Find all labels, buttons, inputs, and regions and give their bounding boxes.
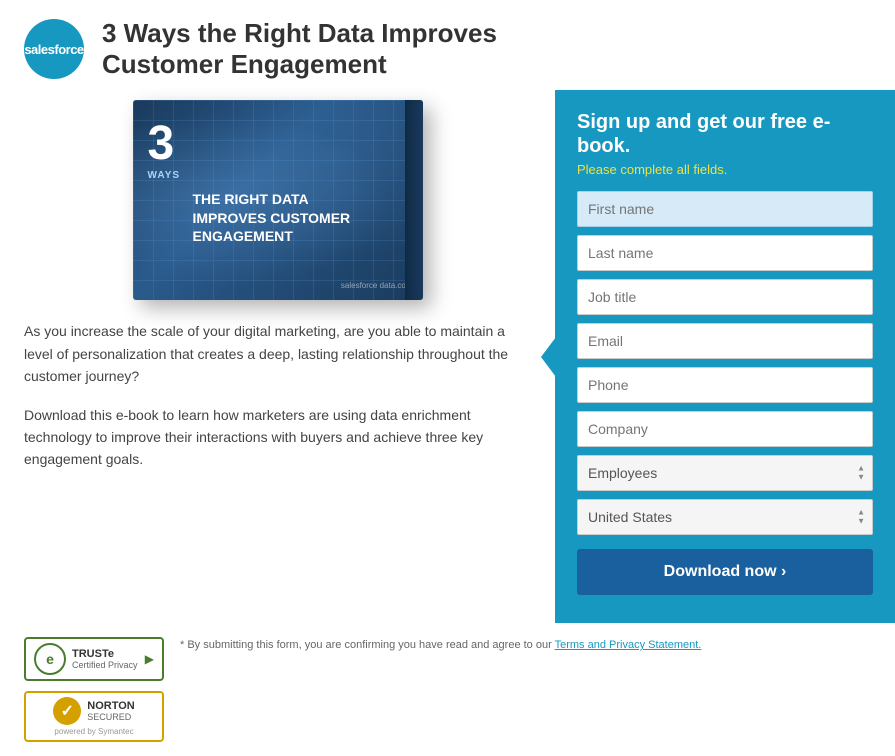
first-name-input[interactable] (577, 191, 873, 227)
book-cover: 3 WAYS THE RIGHT DATAIMPROVES CUSTOMEREN… (133, 100, 423, 300)
form-subheadline: Please complete all fields. (577, 162, 873, 177)
email-input[interactable] (577, 323, 873, 359)
trust-disclaimer: * By submitting this form, you are confi… (180, 637, 871, 654)
page-title: 3 Ways the Right Data Improves Customer … (102, 18, 497, 80)
book-spine (405, 100, 423, 300)
description-paragraph1: As you increase the scale of your digita… (24, 320, 531, 387)
last-name-input[interactable] (577, 235, 873, 271)
employees-select-wrapper: Employees 1-10 11-50 51-200 201-500 501-… (577, 455, 873, 491)
book-number: 3 (148, 120, 175, 168)
phone-input[interactable] (577, 367, 873, 403)
trust-badges: e TRUSTe Certified Privacy ▶ ✓ NORTON SE… (24, 637, 164, 742)
left-panel: 3 WAYS THE RIGHT DATAIMPROVES CUSTOMEREN… (0, 90, 555, 623)
norton-label: NORTON (87, 700, 134, 712)
description-paragraph2: Download this e-book to learn how market… (24, 404, 531, 471)
salesforce-logo-text: salesforce (24, 42, 83, 57)
truste-icon: e (34, 643, 66, 675)
company-input[interactable] (577, 411, 873, 447)
book-tagline: THE RIGHT DATAIMPROVES CUSTOMERENGAGEMEN… (193, 190, 408, 245)
privacy-link[interactable]: Terms and Privacy Statement. (555, 639, 702, 651)
norton-badge: ✓ NORTON SECURED powered by Symantec (24, 691, 164, 742)
form-headline: Sign up and get our free e-book. (577, 110, 873, 158)
main-layout: 3 WAYS THE RIGHT DATAIMPROVES CUSTOMEREN… (0, 90, 895, 623)
country-select[interactable]: United States Canada United Kingdom Aust… (577, 499, 873, 535)
book-brand: salesforce data.com (341, 281, 413, 290)
norton-check-icon: ✓ (53, 697, 81, 725)
job-title-input[interactable] (577, 279, 873, 315)
norton-powered: powered by Symantec (54, 727, 133, 736)
trust-section: e TRUSTe Certified Privacy ▶ ✓ NORTON SE… (0, 623, 895, 756)
norton-sub: SECURED (87, 712, 134, 722)
right-panel: Sign up and get our free e-book. Please … (555, 90, 895, 623)
truste-label: TRUSTe (72, 648, 138, 660)
book-ways-label: WAYS (148, 170, 181, 181)
salesforce-logo: salesforce (24, 19, 84, 79)
download-button[interactable]: Download now › (577, 549, 873, 595)
truste-badge: e TRUSTe Certified Privacy ▶ (24, 637, 164, 681)
header: salesforce 3 Ways the Right Data Improve… (0, 0, 895, 90)
employees-select[interactable]: Employees 1-10 11-50 51-200 201-500 501-… (577, 455, 873, 491)
truste-sub: Certified Privacy (72, 660, 138, 670)
truste-arrow-icon: ▶ (145, 652, 154, 666)
country-select-wrapper: United States Canada United Kingdom Aust… (577, 499, 873, 535)
